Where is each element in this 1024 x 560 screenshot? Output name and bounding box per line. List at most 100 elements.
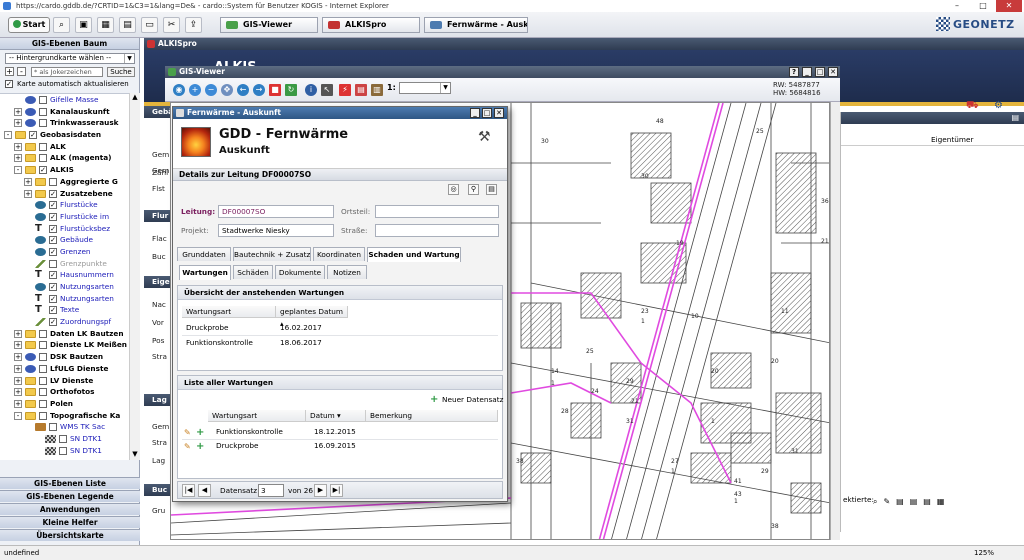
alkis-side-item[interactable]: Lag (144, 394, 170, 406)
minimize-button[interactable]: _ (802, 67, 812, 77)
alkis-side-item[interactable]: Gem (152, 422, 169, 431)
expand-icon[interactable]: + (14, 341, 22, 350)
maximize-button[interactable]: □ (482, 108, 492, 118)
close-button[interactable]: ✕ (828, 67, 838, 77)
layer-checkbox[interactable] (39, 96, 47, 104)
tree-item[interactable]: + DSK Bautzen (0, 351, 140, 363)
collapse-icon[interactable]: - (14, 166, 22, 175)
layer-checkbox[interactable]: ✓ (39, 166, 47, 175)
alkis-side-item[interactable]: Flur (144, 210, 170, 222)
alkis-side-item[interactable]: Eige (144, 276, 170, 288)
tab-bautechnik[interactable]: Bautechnik + Zusatz (233, 247, 311, 261)
minimize-button[interactable]: _ (470, 108, 480, 118)
layer-checkbox[interactable] (49, 423, 57, 432)
close-button[interactable]: ✕ (494, 108, 504, 118)
tab-dokumente[interactable]: Dokumente (275, 265, 325, 279)
column-wartungsart[interactable]: Wartungsart (208, 410, 306, 422)
expand-icon[interactable]: + (24, 177, 32, 186)
tools-icon[interactable]: ⚒ (478, 129, 491, 145)
select-icon[interactable]: ↖ (321, 84, 333, 96)
first-page-button[interactable]: |◀ (182, 484, 195, 497)
expand-icon[interactable]: + (14, 107, 22, 116)
folder-icon[interactable]: ▭ (141, 17, 158, 33)
tree-item[interactable]: + LV Dienste (0, 375, 140, 387)
layer-checkbox[interactable] (59, 434, 67, 443)
export-icon[interactable]: ⇪ (185, 17, 202, 33)
measure-icon[interactable]: ⚡ (339, 84, 351, 96)
alkis-side-item[interactable]: Vor (152, 318, 164, 327)
tab-wartungen[interactable]: Wartungen (179, 265, 231, 280)
alkis-side-item[interactable]: Nac (152, 300, 166, 309)
task-fernwaerme[interactable]: Fernwärme - Auskunft (424, 17, 528, 33)
layer-checkbox[interactable]: ✓ (49, 271, 57, 280)
print-icon[interactable]: ▤ (1011, 113, 1019, 122)
tree-item[interactable]: + Polen (0, 398, 140, 410)
expand-icon[interactable]: + (14, 119, 22, 128)
tree-item[interactable]: ✓ Flurstücke im (0, 211, 140, 223)
document-icon[interactable]: ▤ (486, 184, 497, 195)
tree-item[interactable]: T ✓ Hausnummern (0, 269, 140, 281)
start-button[interactable]: Start (8, 17, 50, 33)
tree-item[interactable]: ✓ Nutzungsarten (0, 281, 140, 293)
layer-checkbox[interactable] (39, 399, 47, 408)
back-icon[interactable]: ← (237, 84, 249, 96)
tree-item[interactable]: + Orthofotos (0, 386, 140, 398)
tree-item[interactable]: - ✓ ALKIS (0, 164, 140, 176)
pan-icon[interactable]: ✥ (221, 84, 233, 96)
tree-item[interactable]: ✓ Zuordnungspf (0, 316, 140, 328)
layer-checkbox[interactable]: ✓ (49, 201, 57, 210)
tree-item[interactable]: + ALK (magenta) (0, 152, 140, 164)
layer-checkbox[interactable] (49, 177, 57, 186)
expand-icon[interactable]: + (24, 189, 32, 198)
layer-checkbox[interactable]: ✓ (49, 283, 57, 291)
background-map-select[interactable]: -- Hintergrundkarte wählen -- ▼ (5, 53, 135, 64)
layer-checkbox[interactable] (39, 119, 47, 128)
tree-scrollbar[interactable]: ▲ ▼ (129, 93, 140, 460)
expand-icon[interactable]: + (14, 329, 22, 338)
expand-icon[interactable]: + (14, 399, 22, 408)
forward-icon[interactable]: → (253, 84, 265, 96)
tree-item[interactable]: + Trinkwasserausk (0, 117, 140, 129)
add-icon[interactable]: + (196, 442, 205, 452)
page-number-input[interactable]: 3 (258, 484, 284, 497)
tree-item[interactable]: + ✓ Zusatzebene (0, 188, 140, 200)
expand-icon[interactable]: + (14, 376, 22, 385)
tree-item[interactable]: + Kanalauskunft (0, 106, 140, 118)
tree-item[interactable]: + Daten LK Bautzen (0, 328, 140, 340)
layer-checkbox[interactable]: ✓ (29, 131, 37, 140)
zoom-level[interactable]: 125% (974, 546, 994, 560)
alkis-side-item[interactable]: Gem (152, 150, 169, 159)
layer-checkbox[interactable] (39, 376, 47, 385)
task-gis-viewer[interactable]: GIS-Viewer (220, 17, 318, 33)
alkis-side-item[interactable]: Lag (152, 456, 165, 465)
alkis-side-item[interactable]: Pos (152, 336, 164, 345)
layer-checkbox[interactable]: ✓ (49, 224, 57, 233)
expand-icon[interactable]: + (14, 364, 22, 373)
alkis-side-item[interactable]: Flac (152, 234, 167, 243)
tree-item[interactable]: SN DTK1 (0, 433, 140, 445)
tree-item[interactable]: - Topografische Ka (0, 410, 140, 422)
new-record-button[interactable]: + Neuer Datensatz (430, 394, 503, 406)
close-button[interactable]: ✕ (996, 0, 1022, 12)
expand-icon[interactable]: + (14, 353, 22, 362)
tree-item[interactable]: - ✓ Geobasisdaten (0, 129, 140, 141)
expand-icon[interactable]: + (14, 142, 22, 151)
column-geplantes-datum[interactable]: geplantes Datum ▴ (276, 306, 348, 328)
zoom-in-icon[interactable]: + (189, 84, 201, 96)
locate-icon[interactable]: ◎ (448, 184, 459, 195)
tools-icon[interactable]: ✂ (163, 17, 180, 33)
pdf-icon[interactable]: ▤ (355, 84, 367, 96)
tab-grunddaten[interactable]: Grunddaten (177, 247, 231, 261)
gear-icon[interactable]: ⚙ (994, 100, 1003, 111)
tree-item[interactable]: ✓ Gebäude (0, 234, 140, 246)
footer-tool-icons[interactable]: ⌕✎▤▤▤▦ (873, 494, 1023, 506)
collapse-all-button[interactable]: - (17, 67, 26, 76)
tab-notizen[interactable]: Notizen (327, 265, 367, 279)
accordion-gis-list[interactable]: GIS-Ebenen Liste (0, 477, 140, 489)
layer-search-input[interactable]: * als Jokerzeichen (31, 67, 103, 77)
accordion-applications[interactable]: Anwendungen (0, 503, 140, 515)
tree-item[interactable]: T ✓ Nutzungsarten (0, 293, 140, 305)
zoom-out-icon[interactable]: − (205, 84, 217, 96)
layer-checkbox[interactable]: ✓ (49, 212, 57, 221)
edit-icon[interactable]: ✎ (184, 428, 193, 437)
